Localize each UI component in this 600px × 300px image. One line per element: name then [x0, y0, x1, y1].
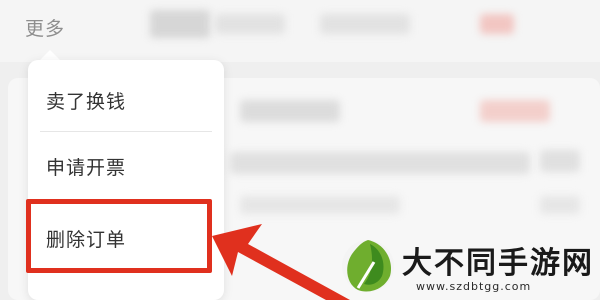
watermark-title: 大不同手游网: [402, 246, 594, 281]
watermark-logo-icon: [342, 240, 394, 292]
watermark-url: www.szdbtgg.com: [416, 280, 532, 293]
watermark: 大不同手游网 www.szdbtgg.com: [332, 232, 594, 298]
